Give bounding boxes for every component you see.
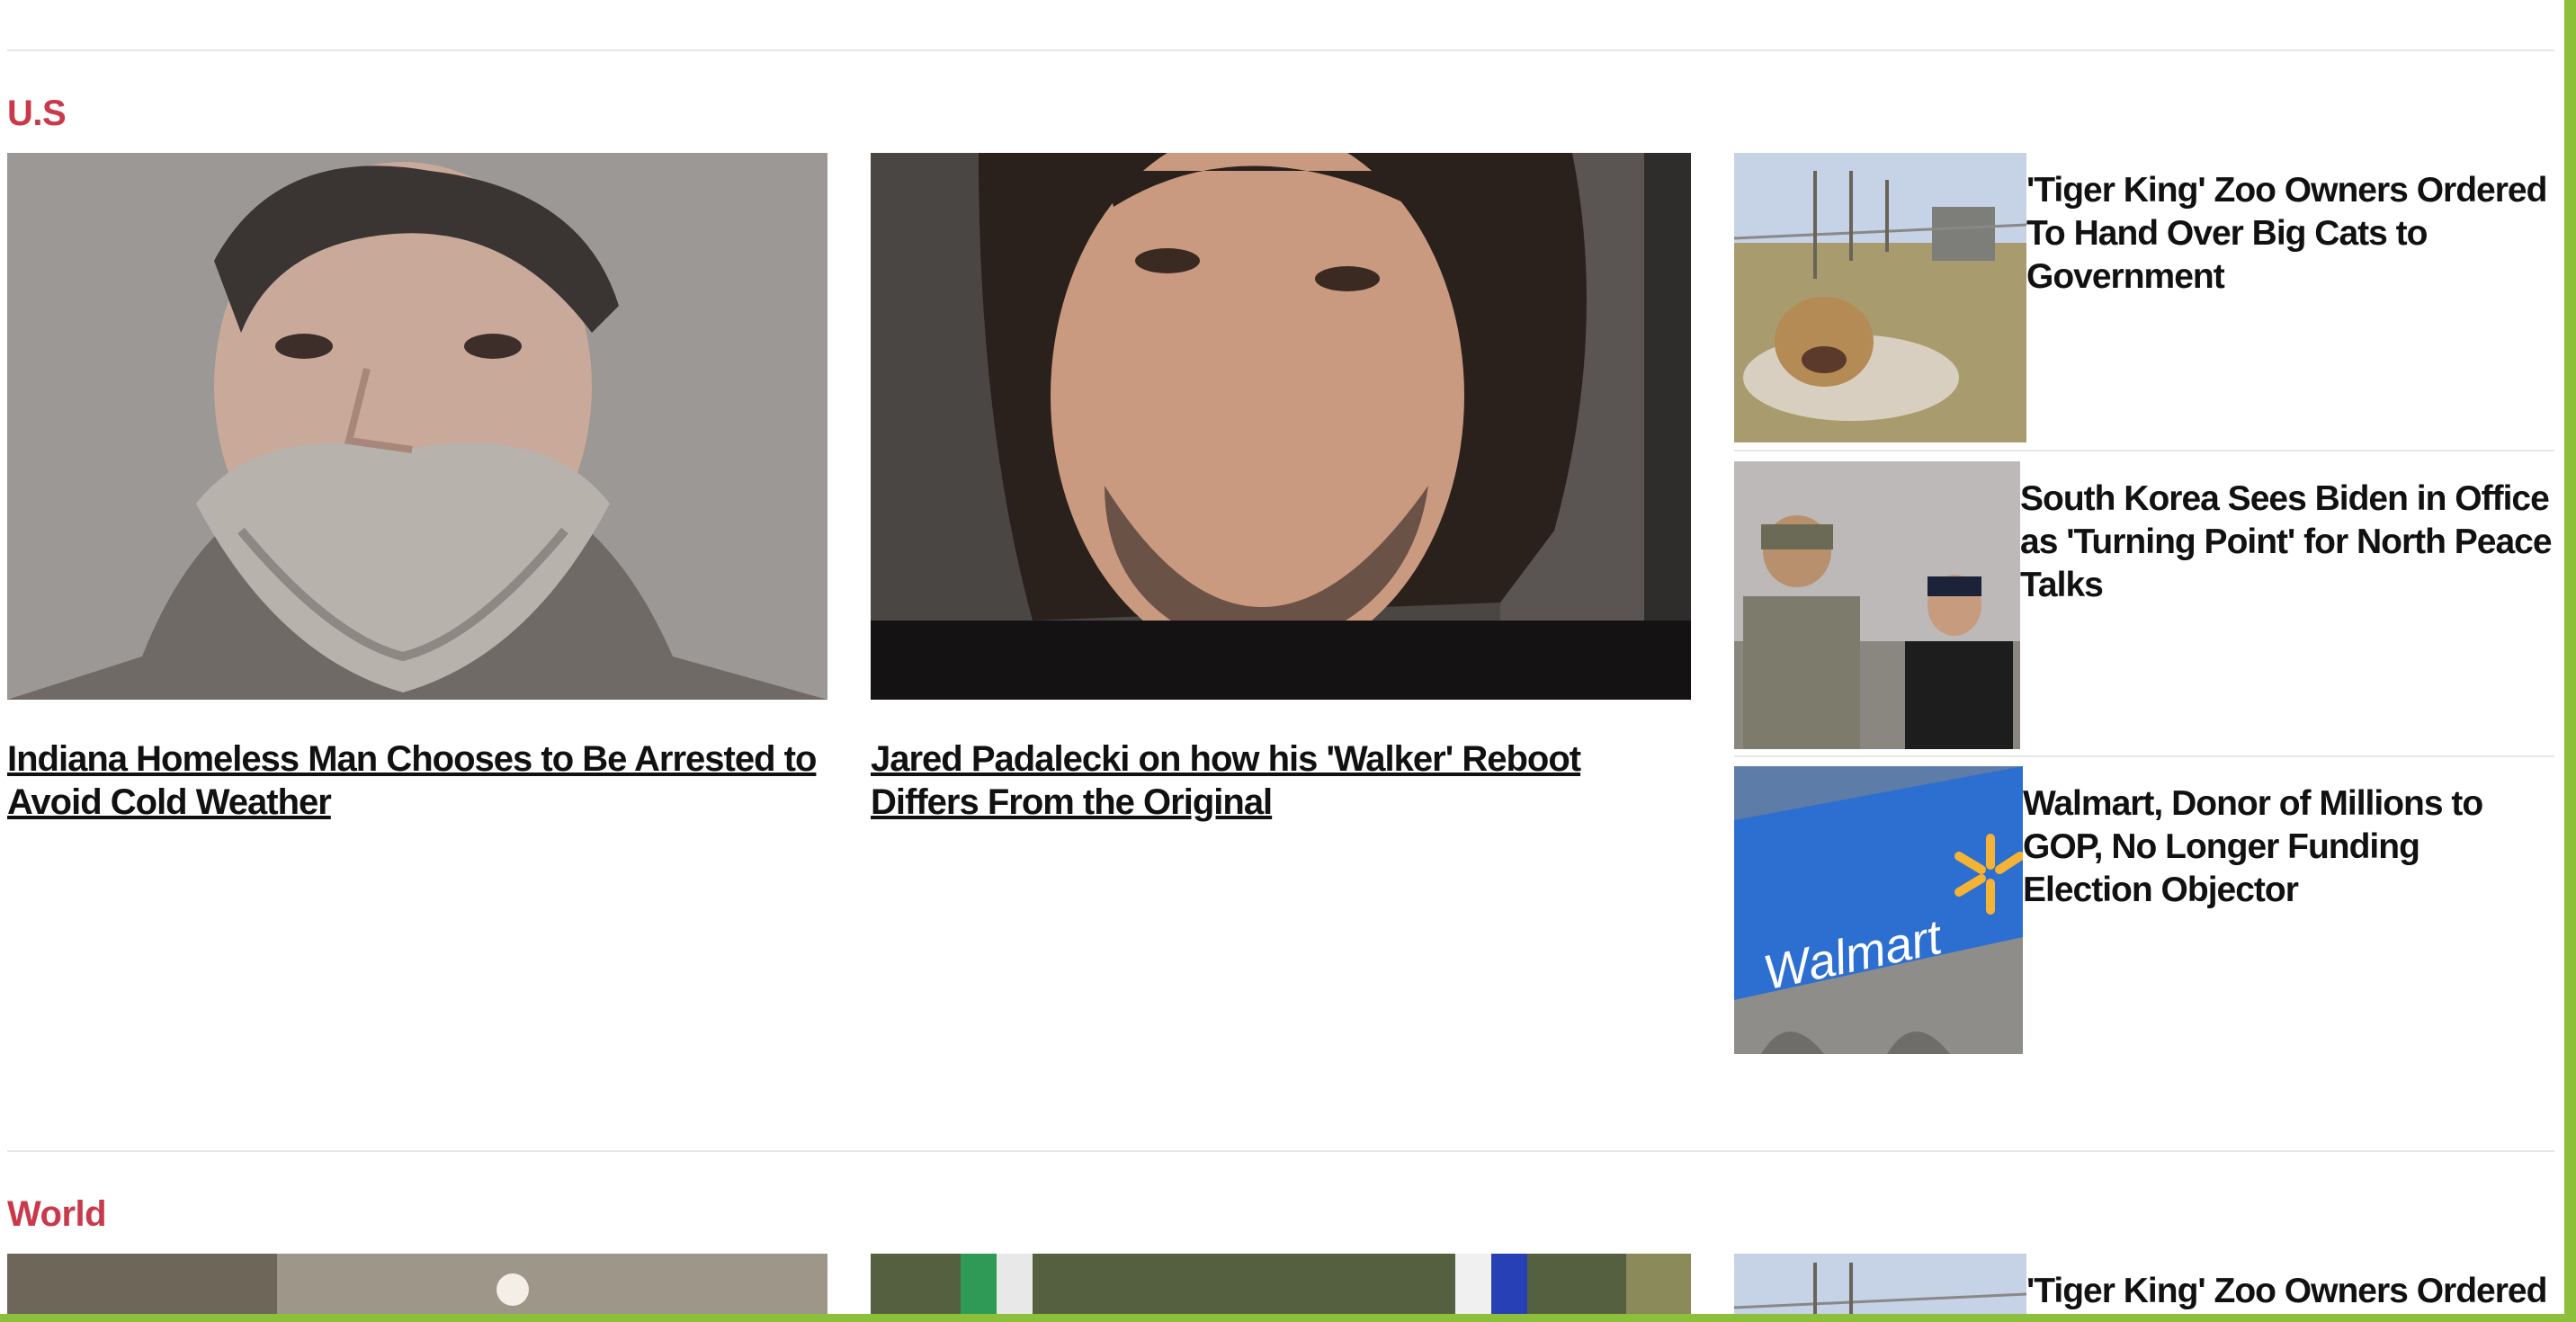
world-side-article-1[interactable]: 'Tiger King' Zoo Owners Ordered	[1734, 1254, 2554, 1314]
section-divider	[7, 1150, 2554, 1152]
feature-article-2[interactable]: Jared Padalecki on how his 'Walker' Rebo…	[871, 153, 1691, 822]
frame-border-right	[2564, 0, 2576, 1322]
feature-headline-2[interactable]: Jared Padalecki on how his 'Walker' Rebo…	[871, 737, 1691, 824]
feature-article-1[interactable]: Indiana Homeless Man Chooses to Be Arres…	[7, 153, 827, 822]
section-divider	[7, 49, 2554, 51]
world-side-image-1[interactable]	[1734, 1254, 2026, 1314]
feature-headline-1[interactable]: Indiana Homeless Man Chooses to Be Arres…	[7, 737, 827, 824]
side-image-3[interactable]: Walmart	[1734, 766, 2023, 1054]
world-side-title-1[interactable]: 'Tiger King' Zoo Owners Ordered	[2026, 1270, 2557, 1313]
side-title-2[interactable]: South Korea Sees Biden in Office as 'Tur…	[2020, 478, 2555, 607]
side-image-2[interactable]	[1734, 461, 2020, 749]
feature-image-2[interactable]	[871, 153, 1691, 700]
side-title-3[interactable]: Walmart, Donor of Millions to GOP, No Lo…	[2023, 782, 2555, 912]
section-title-world[interactable]: World	[7, 1194, 107, 1235]
side-divider	[1734, 450, 2554, 451]
side-title-1[interactable]: 'Tiger King' Zoo Owners Ordered To Hand …	[2026, 169, 2557, 299]
world-feature-image-2[interactable]	[871, 1254, 1691, 1314]
side-divider	[1734, 755, 2554, 757]
world-feature-article-1[interactable]	[7, 1254, 827, 1314]
world-feature-image-1[interactable]	[7, 1254, 827, 1314]
frame-border-bottom	[0, 1314, 2576, 1322]
side-image-1[interactable]	[1734, 153, 2026, 442]
side-article-2[interactable]: South Korea Sees Biden in Office as 'Tur…	[1734, 461, 2554, 749]
page: U.S Indiana Homeless Man Chooses to Be A…	[0, 0, 2564, 1314]
world-feature-article-2[interactable]	[871, 1254, 1691, 1314]
side-article-3[interactable]: Walmart Walmart, Donor of Millions to GO…	[1734, 766, 2554, 1054]
side-article-1[interactable]: 'Tiger King' Zoo Owners Ordered To Hand …	[1734, 153, 2554, 444]
feature-image-1[interactable]	[7, 153, 827, 700]
section-title-us[interactable]: U.S	[7, 94, 67, 134]
